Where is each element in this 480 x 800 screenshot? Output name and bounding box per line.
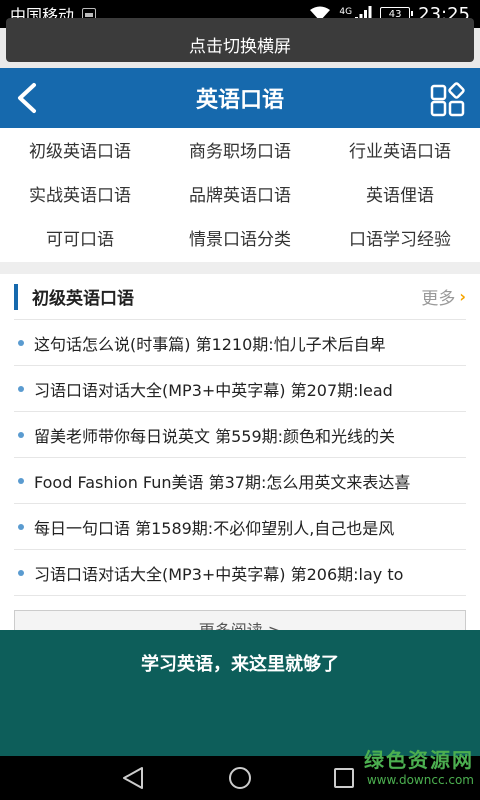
bullet-icon	[18, 431, 24, 438]
nav-back-icon[interactable]	[122, 766, 144, 790]
chevron-right-icon: ›	[459, 287, 466, 306]
promo-banner[interactable]: 学习英语，来这里就够了	[0, 630, 480, 756]
list-item-title: 这句话怎么说(时事篇) 第1210期:怕儿子术后自卑	[34, 334, 386, 354]
category-item[interactable]: 口语学习经验	[320, 218, 480, 262]
bullet-icon	[18, 569, 24, 576]
category-item[interactable]: 初级英语口语	[0, 130, 160, 174]
category-item[interactable]: 英语俚语	[320, 174, 480, 218]
watermark-name: 绿色资源网	[364, 748, 474, 772]
list-item[interactable]: 每日一句口语 第1589期:不必仰望别人,自己也是风	[14, 504, 466, 550]
section-accent-bar	[14, 283, 18, 310]
category-item[interactable]: 可可口语	[0, 218, 160, 262]
banner-text: 学习英语，来这里就够了	[141, 654, 339, 675]
switch-landscape-button[interactable]: 点击切换横屏	[6, 18, 474, 62]
list-item-title: 习语口语对话大全(MP3+中英字幕) 第206期:lay to	[34, 564, 404, 584]
bullet-icon	[18, 339, 24, 346]
list-item[interactable]: 习语口语对话大全(MP3+中英字幕) 第206期:lay to	[14, 550, 466, 596]
watermark-url: www.downcc.com	[366, 773, 474, 787]
top-strip: 点击切换横屏	[0, 18, 480, 68]
grid-menu-icon[interactable]	[430, 82, 466, 118]
category-item[interactable]: 行业英语口语	[320, 130, 480, 174]
list-item[interactable]: 留美老师带你每日说英文 第559期:颜色和光线的关	[14, 412, 466, 458]
list-item-title: Food Fashion Fun美语 第37期:怎么用英文来表达喜	[34, 472, 411, 492]
list-item-title: 每日一句口语 第1589期:不必仰望别人,自己也是风	[34, 518, 395, 538]
list-item[interactable]: 这句话怎么说(时事篇) 第1210期:怕儿子术后自卑	[14, 320, 466, 366]
bullet-icon	[18, 523, 24, 530]
list-item[interactable]: 习语口语对话大全(MP3+中英字幕) 第207期:lead	[14, 366, 466, 412]
section-title: 初级英语口语	[32, 289, 134, 309]
list-item-title: 习语口语对话大全(MP3+中英字幕) 第207期:lead	[34, 380, 393, 400]
nav-home-icon[interactable]	[228, 766, 252, 790]
article-section: 初级英语口语 更多 › 这句话怎么说(时事篇) 第1210期:怕儿子术后自卑 习…	[0, 274, 480, 650]
category-grid: 初级英语口语 商务职场口语 行业英语口语 实战英语口语 品牌英语口语 英语俚语 …	[0, 128, 480, 262]
page-title: 英语口语	[195, 88, 284, 113]
bullet-icon	[18, 477, 24, 484]
chevron-left-icon[interactable]	[14, 82, 42, 114]
network-type: 4G	[339, 6, 353, 17]
category-item[interactable]: 情景口语分类	[160, 218, 320, 262]
article-list: 这句话怎么说(时事篇) 第1210期:怕儿子术后自卑 习语口语对话大全(MP3+…	[14, 320, 466, 596]
app-header: 英语口语	[0, 68, 480, 128]
list-item[interactable]: Food Fashion Fun美语 第37期:怎么用英文来表达喜	[14, 458, 466, 504]
category-item[interactable]: 实战英语口语	[0, 174, 160, 218]
section-header: 初级英语口语 更多 ›	[14, 274, 466, 320]
more-link-label: 更多	[421, 289, 456, 309]
category-item[interactable]: 商务职场口语	[160, 130, 320, 174]
more-link[interactable]: 更多 ›	[421, 284, 466, 309]
bullet-icon	[18, 385, 24, 392]
watermark: 绿色资源网 www.downcc.com	[342, 744, 474, 787]
category-item[interactable]: 品牌英语口语	[160, 174, 320, 218]
section-divider	[0, 262, 480, 274]
list-item-title: 留美老师带你每日说英文 第559期:颜色和光线的关	[34, 426, 396, 446]
